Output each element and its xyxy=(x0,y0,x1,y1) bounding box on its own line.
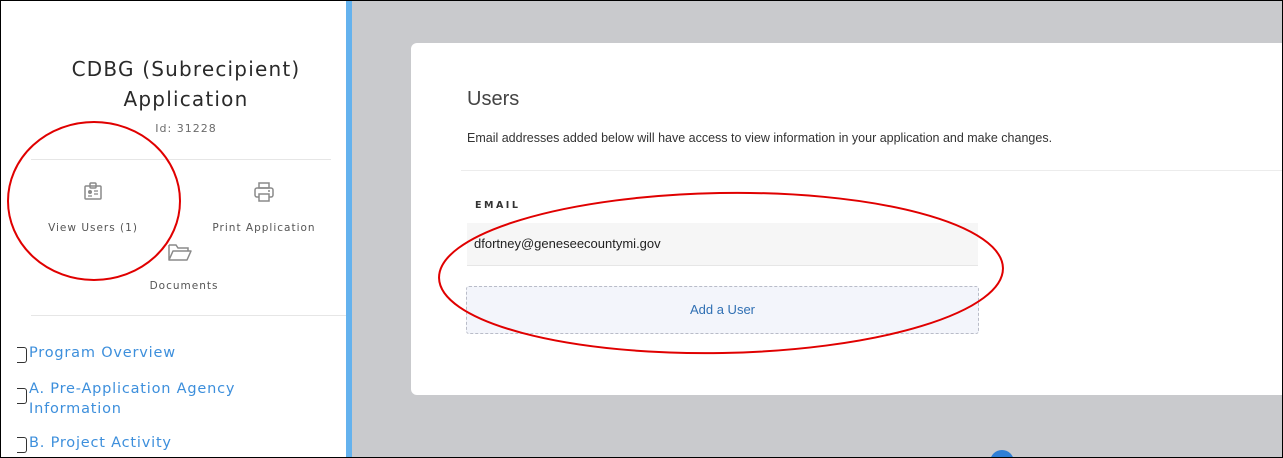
view-users-button[interactable]: View Users (1) xyxy=(43,181,143,234)
email-column-header: EMAIL xyxy=(475,200,521,211)
users-title: Users xyxy=(467,88,520,110)
user-email: dfortney@geneseecountymi.gov xyxy=(474,236,661,251)
application-id: Id: 31228 xyxy=(155,122,217,135)
nav-item-label: Program Overview xyxy=(29,345,176,361)
badge-icon xyxy=(84,182,102,200)
sidebar-divider-top xyxy=(31,159,331,160)
sidebar-divider-bottom xyxy=(31,315,347,316)
users-card: Users Email addresses added below will h… xyxy=(411,43,1282,395)
users-description: Email addresses added below will have ac… xyxy=(467,131,1053,145)
checkbox-icon[interactable] xyxy=(17,437,27,453)
application-title: CDBG (Subrecipient) Application xyxy=(71,57,301,111)
user-email-row: dfortney@geneseecountymi.gov xyxy=(467,223,978,266)
print-application-button[interactable]: Print Application xyxy=(201,181,327,234)
folder-icon xyxy=(168,244,192,261)
nav-item-label: A. Pre-Application Agency Information xyxy=(29,381,236,417)
checkbox-icon[interactable] xyxy=(17,347,27,363)
sidebar: CDBG (Subrecipient) Application Id: 3122… xyxy=(1,1,347,457)
floating-widget[interactable] xyxy=(990,450,1014,457)
documents-button[interactable]: Documents xyxy=(141,241,227,292)
card-divider xyxy=(461,170,1282,171)
print-application-label: Print Application xyxy=(212,222,316,234)
main-area: Users Email addresses added below will h… xyxy=(352,1,1282,457)
checkbox-icon[interactable] xyxy=(17,388,27,404)
add-user-button[interactable]: Add a User xyxy=(466,286,979,334)
nav-item-label: B. Project Activity xyxy=(29,435,172,451)
app-frame: CDBG (Subrecipient) Application Id: 3122… xyxy=(0,0,1283,458)
documents-label: Documents xyxy=(149,280,219,292)
view-users-label: View Users (1) xyxy=(48,222,138,234)
printer-icon xyxy=(254,182,274,202)
